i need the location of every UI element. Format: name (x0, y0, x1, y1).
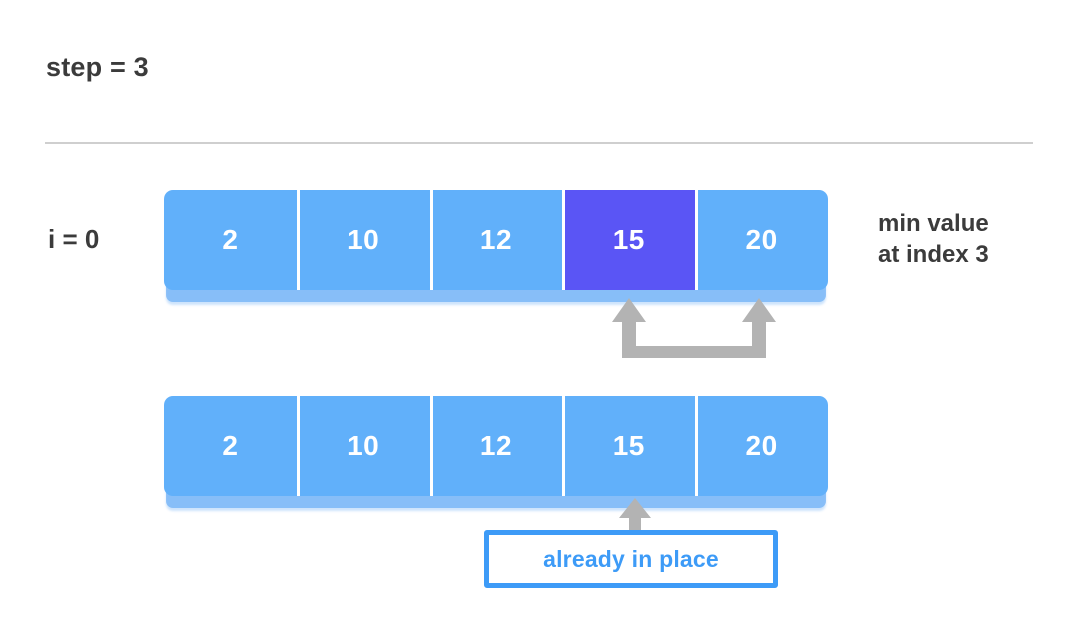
array-cell-value: 12 (479, 224, 513, 255)
array-cell-value: 2 (222, 224, 239, 255)
array-cell[interactable]: 2 (164, 190, 297, 290)
array-cell-highlighted[interactable]: 15 (562, 190, 696, 290)
callout-pointer (618, 498, 652, 534)
min-value-note-line1: min value (878, 210, 989, 237)
row-index-label: i = 0 (48, 224, 100, 254)
array-cell[interactable]: 15 (562, 396, 695, 496)
min-value-note: min value at index 3 (878, 209, 989, 270)
array-cell-value: 10 (347, 430, 380, 461)
array-cell[interactable]: 20 (695, 190, 828, 290)
header-divider (45, 142, 1033, 144)
array-cell[interactable]: 20 (695, 396, 828, 496)
array-cell[interactable]: 12 (429, 190, 563, 290)
array-cell-value: 15 (612, 430, 645, 461)
array-row-top: 2 10 12 15 20 (164, 190, 828, 290)
array-cell-value: 20 (745, 430, 778, 461)
array-cell-value: 2 (222, 430, 239, 461)
swap-connector (608, 296, 788, 360)
array-cell[interactable]: 12 (429, 396, 563, 496)
array-cell-value: 15 (612, 224, 645, 255)
min-value-note-line2: at index 3 (878, 240, 989, 268)
array-cell-value: 12 (479, 430, 513, 461)
array-row-bottom: 2 10 12 15 20 (164, 396, 828, 496)
array-cell[interactable]: 2 (164, 396, 297, 496)
already-in-place-callout: already in place (484, 530, 778, 588)
array-cell[interactable]: 10 (296, 396, 430, 496)
array-cell-value: 20 (745, 224, 778, 255)
step-label: step = 3 (46, 52, 149, 82)
up-arrow-icon (619, 498, 651, 534)
array-cell-value: 10 (347, 224, 380, 255)
swap-arrows-icon (612, 298, 776, 358)
diagram-canvas: step = 3 i = 0 2 10 12 15 20 min value a… (0, 0, 1080, 640)
array-cell[interactable]: 10 (296, 190, 430, 290)
already-in-place-label: already in place (543, 545, 719, 572)
